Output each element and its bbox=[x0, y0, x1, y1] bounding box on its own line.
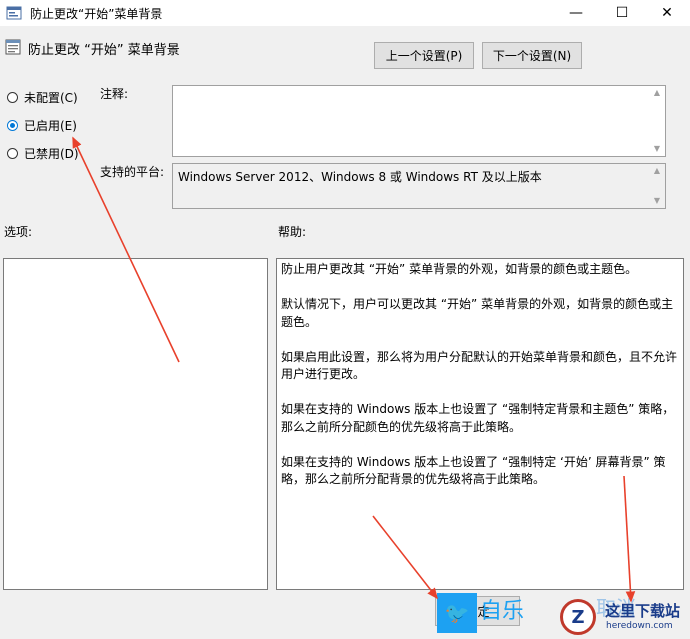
heredown-logo-icon: Z bbox=[560, 599, 596, 635]
options-label: 选项: bbox=[4, 225, 33, 239]
help-panel: 防止用户更改其 “开始” 菜单背景的外观，如背景的颜色或主题色。 默认情况下，用… bbox=[276, 258, 684, 590]
maximize-button[interactable]: ☐ bbox=[599, 0, 645, 26]
help-paragraph: 如果启用此设置，那么将为用户分配默认的开始菜单背景和颜色，且不允许用户进行更改。 bbox=[281, 349, 678, 382]
minimize-button[interactable]: — bbox=[553, 0, 599, 26]
radio-disabled[interactable]: 已禁用(D) bbox=[7, 145, 79, 162]
scroll-down-icon[interactable]: ▼ bbox=[649, 142, 665, 156]
help-paragraph: 防止用户更改其 “开始” 菜单背景的外观，如背景的颜色或主题色。 bbox=[281, 262, 638, 276]
radio-not-configured[interactable]: 未配置(C) bbox=[7, 89, 78, 106]
policy-app-icon bbox=[6, 6, 22, 20]
platform-field: Windows Server 2012、Windows 8 或 Windows … bbox=[172, 163, 666, 209]
watermark-site-url: heredown.com bbox=[606, 621, 673, 631]
radio-label: 已启用(E) bbox=[24, 119, 77, 133]
comment-scrollbar[interactable]: ▲ ▼ bbox=[649, 86, 665, 156]
help-paragraph: 如果在支持的 Windows 版本上也设置了 “强制特定背景和主题色” 策略，那… bbox=[281, 402, 675, 434]
radio-label: 未配置(C) bbox=[24, 91, 78, 105]
scroll-up-icon[interactable]: ▲ bbox=[649, 164, 665, 178]
bird-logo-icon: 🐦 bbox=[437, 593, 477, 633]
close-button[interactable]: ✕ bbox=[644, 0, 690, 26]
comment-textarea[interactable]: ▲ ▼ bbox=[172, 85, 666, 157]
policy-setting-icon bbox=[5, 39, 21, 55]
watermark-site-name: 这里下载站 bbox=[605, 602, 681, 620]
window-title: 防止更改“开始”菜单背景 bbox=[30, 7, 163, 21]
radio-enabled[interactable]: 已启用(E) bbox=[7, 117, 77, 134]
radio-label: 已禁用(D) bbox=[24, 147, 79, 161]
options-panel bbox=[3, 258, 268, 590]
platform-scrollbar[interactable]: ▲ ▼ bbox=[649, 164, 665, 208]
next-setting-button[interactable]: 下一个设置(N) bbox=[482, 42, 582, 69]
radio-circle[interactable] bbox=[7, 148, 18, 159]
scroll-up-icon[interactable]: ▲ bbox=[649, 86, 665, 100]
watermark-text: 自乐 bbox=[480, 599, 525, 624]
radio-circle-selected[interactable] bbox=[7, 120, 18, 131]
radio-circle[interactable] bbox=[7, 92, 18, 103]
help-paragraph: 默认情况下，用户可以更改其 “开始” 菜单背景的外观，如背景的颜色或主题色。 bbox=[281, 297, 674, 329]
scroll-down-icon[interactable]: ▼ bbox=[649, 194, 665, 208]
platform-value: Windows Server 2012、Windows 8 或 Windows … bbox=[178, 170, 542, 184]
policy-title: 防止更改 “开始” 菜单背景 bbox=[28, 43, 180, 58]
help-label: 帮助: bbox=[278, 225, 307, 239]
previous-setting-button[interactable]: 上一个设置(P) bbox=[374, 42, 474, 69]
help-paragraph: 如果在支持的 Windows 版本上也设置了 “强制特定 ‘开始’ 屏幕背景” … bbox=[281, 454, 666, 487]
comment-label: 注释: bbox=[100, 87, 129, 101]
platform-label: 支持的平台: bbox=[100, 165, 165, 179]
